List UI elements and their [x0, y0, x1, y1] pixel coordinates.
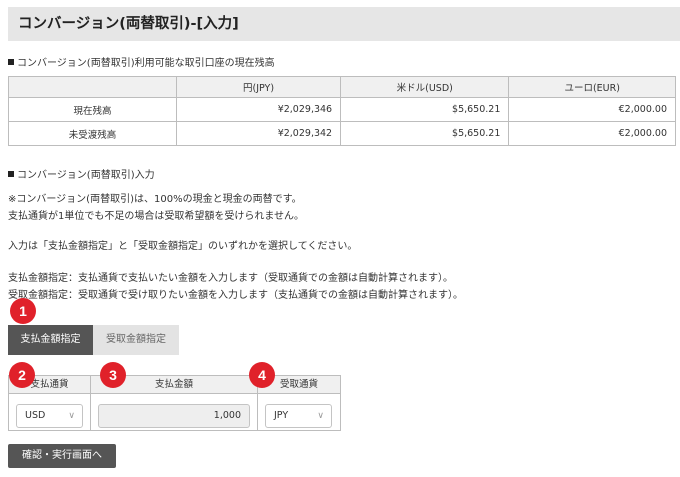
- pay-currency-value: USD: [25, 410, 46, 421]
- eur-value: €2,000.00: [508, 121, 676, 146]
- tab-receive-amount[interactable]: 受取金額指定: [93, 325, 179, 355]
- eur-value: €2,000.00: [508, 97, 676, 122]
- pay-amount-input[interactable]: 1,000: [98, 404, 250, 428]
- step-badge-1: 1: [10, 298, 36, 324]
- usd-value: $5,650.21: [340, 121, 510, 146]
- column-header-usd: 米ドル(USD): [340, 76, 510, 98]
- confirm-button[interactable]: 確認・実行画面へ: [8, 444, 116, 468]
- receive-currency-select[interactable]: JPY ∨: [265, 404, 332, 428]
- balance-section-heading: コンバージョン(両替取引)利用可能な取引口座の現在残高: [8, 54, 275, 69]
- table-row: 未受渡残高 ¥2,029,342 $5,650.21 €2,000.00: [8, 121, 676, 146]
- square-bullet-icon: [8, 59, 14, 65]
- input-heading-text: コンバージョン(両替取引)入力: [17, 170, 155, 181]
- note-line: 支払金額指定：支払通貨で支払いたい金額を入力します（受取通貨での金額は自動計算さ…: [8, 273, 453, 284]
- note-line: 支払通貨が1単位でも不足の場合は受取希望額を受けられません。: [8, 211, 305, 222]
- balance-table: 円(JPY) 米ドル(USD) ユーロ(EUR) 現在残高 ¥2,029,346…: [8, 76, 676, 146]
- jpy-value: ¥2,029,346: [175, 97, 342, 122]
- step-badge-3: 3: [100, 362, 126, 388]
- step-badge-2: 2: [9, 362, 35, 388]
- row-label: 未受渡残高: [8, 121, 177, 146]
- pay-currency-select[interactable]: USD ∨: [16, 404, 83, 428]
- column-header-jpy: 円(JPY): [175, 76, 342, 98]
- usd-value: $5,650.21: [340, 97, 510, 122]
- conversion-form: 支払通貨 USD ∨ 支払金額 1,000 受取通貨 JPY ∨: [8, 375, 341, 431]
- jpy-value: ¥2,029,342: [175, 121, 342, 146]
- balance-heading-text: コンバージョン(両替取引)利用可能な取引口座の現在残高: [17, 58, 275, 69]
- receive-currency-value: JPY: [274, 410, 289, 421]
- note-line: ※コンバージョン(両替取引)は、100%の現金と現金の両替です。: [8, 194, 302, 205]
- table-row: 現在残高 ¥2,029,346 $5,650.21 €2,000.00: [8, 97, 676, 122]
- page-title: コンバージョン(両替取引)-[入力]: [8, 7, 680, 41]
- chevron-down-icon: ∨: [68, 411, 75, 421]
- column-header-eur: ユーロ(EUR): [508, 76, 676, 98]
- input-section-heading: コンバージョン(両替取引)入力: [8, 166, 155, 181]
- chevron-down-icon: ∨: [317, 411, 324, 421]
- row-label: 現在残高: [8, 97, 177, 122]
- tab-pay-amount[interactable]: 支払金額指定: [8, 325, 93, 355]
- column-header: [8, 76, 177, 98]
- table-header-row: 円(JPY) 米ドル(USD) ユーロ(EUR): [8, 76, 676, 98]
- step-badge-4: 4: [249, 362, 275, 388]
- note-line: 受取金額指定：受取通貨で受け取りたい金額を入力します（支払通貨での金額は自動計算…: [8, 290, 463, 301]
- square-bullet-icon: [8, 171, 14, 177]
- note-line: 入力は「支払金額指定」と「受取金額指定」のいずれかを選択してください。: [8, 241, 358, 252]
